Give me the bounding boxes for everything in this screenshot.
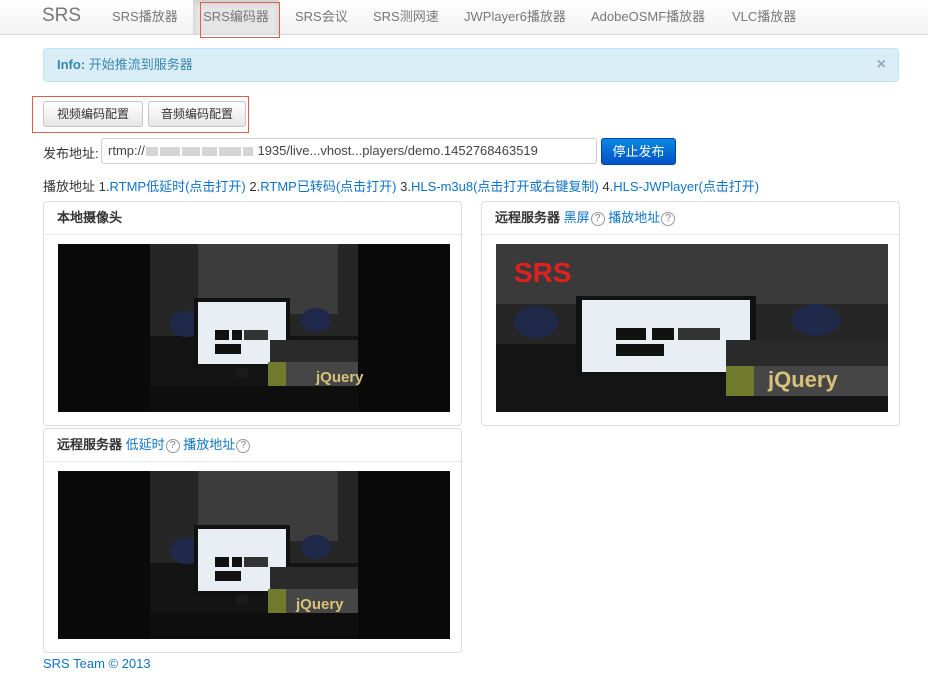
- redacted-block: [159, 147, 180, 157]
- redacted-block: [218, 147, 241, 157]
- remote-transcoded-video[interactable]: SRS jQuery: [496, 244, 888, 412]
- play-links-row: 播放地址 1.RTMP低延时(点击打开) 2.RTMP已转码(点击打开) 3.H…: [43, 176, 759, 195]
- publish-url-end: 1935/live...vhost...players/demo.1452768…: [257, 143, 538, 158]
- book-text: jQuery: [767, 367, 838, 392]
- nav-item-srs-speedtest[interactable]: SRS测网速: [373, 0, 439, 34]
- nav-item-srs-meeting[interactable]: SRS会议: [295, 0, 348, 34]
- redacted-block: [145, 147, 158, 157]
- panel-title: 远程服务器: [57, 437, 123, 452]
- alert-prefix: Info:: [57, 57, 86, 72]
- panel-header: 远程服务器 低延时? 播放地址?: [44, 429, 461, 462]
- nav-item-vlc[interactable]: VLC播放器: [732, 0, 796, 34]
- nav-item-jwplayer[interactable]: JWPlayer6播放器: [464, 0, 566, 34]
- close-icon[interactable]: ×: [877, 49, 886, 81]
- nav-item-srs-encoder[interactable]: SRS编码器: [193, 0, 279, 34]
- play-link-num: 3.: [400, 179, 411, 194]
- panel-title: 本地摄像头: [57, 210, 123, 225]
- play-link-num: 1.: [98, 179, 110, 194]
- video-config-button[interactable]: 视频编码配置: [43, 101, 143, 127]
- audio-config-button[interactable]: 音频编码配置: [148, 101, 246, 127]
- redacted-block: [181, 147, 200, 157]
- redacted-block: [201, 147, 217, 157]
- info-alert: Info: 开始推流到服务器 ×: [43, 48, 899, 82]
- redacted-block: [242, 147, 253, 157]
- panel-remote-transcoded: 远程服务器 黑屏? 播放地址? SRS jQuery: [481, 201, 900, 426]
- link-black-screen[interactable]: 黑屏: [564, 210, 590, 225]
- nav-item-adobe-osmf[interactable]: AdobeOSMF播放器: [591, 0, 705, 34]
- help-icon[interactable]: ?: [590, 211, 605, 226]
- remote-transcoded-frame: SRS jQuery: [496, 244, 888, 412]
- book-text: jQuery: [315, 369, 364, 386]
- publish-url-field[interactable]: rtmp:// 1935/live...vhost...players/demo…: [101, 138, 597, 164]
- play-link-num: 2.: [249, 179, 261, 194]
- panel-remote-low-latency: 远程服务器 低延时? 播放地址? jQuery: [43, 428, 462, 653]
- srs-watermark: SRS: [514, 257, 572, 288]
- navbar: SRS SRS播放器 SRS编码器 SRS会议 SRS测网速 JWPlayer6…: [0, 0, 928, 35]
- play-link-hls-jwplayer[interactable]: HLS-JWPlayer(点击打开): [613, 179, 759, 194]
- help-icon[interactable]: ?: [661, 211, 676, 226]
- panel-header: 远程服务器 黑屏? 播放地址?: [482, 202, 899, 235]
- nav-item-srs-player[interactable]: SRS播放器: [112, 0, 178, 34]
- play-link-rtmp-transcoded[interactable]: RTMP已转码(点击打开): [260, 179, 396, 194]
- panel-header: 本地摄像头: [44, 202, 461, 235]
- help-icon[interactable]: ?: [165, 438, 180, 453]
- play-link-hls-m3u8[interactable]: HLS-m3u8(点击打开或右键复制): [411, 179, 599, 194]
- alert-message: 开始推流到服务器: [88, 57, 193, 72]
- remote-low-latency-video[interactable]: jQuery: [58, 471, 450, 639]
- local-camera-video[interactable]: jQuery: [58, 244, 450, 412]
- link-play-url[interactable]: 播放地址: [608, 210, 660, 225]
- book-text: jQuery: [295, 596, 344, 613]
- footer-text[interactable]: SRS Team © 2013: [43, 656, 151, 671]
- panel-local-camera: 本地摄像头 jQuery: [43, 201, 462, 426]
- brand-logo[interactable]: SRS: [42, 5, 81, 27]
- local-camera-frame: jQuery: [58, 244, 450, 412]
- link-play-url[interactable]: 播放地址: [183, 437, 235, 452]
- play-link-num: 4.: [602, 179, 614, 194]
- publish-url-start: rtmp://: [108, 143, 145, 158]
- stop-publish-button[interactable]: 停止发布: [601, 138, 676, 165]
- play-label: 播放地址: [43, 179, 96, 194]
- publish-label: 发布地址:: [43, 146, 99, 161]
- help-icon[interactable]: ?: [236, 438, 251, 453]
- panel-title: 远程服务器: [495, 210, 561, 225]
- link-low-latency[interactable]: 低延时: [126, 437, 165, 452]
- play-link-rtmp-low-latency[interactable]: RTMP低延时(点击打开): [109, 179, 245, 194]
- remote-low-latency-frame: jQuery: [58, 471, 450, 639]
